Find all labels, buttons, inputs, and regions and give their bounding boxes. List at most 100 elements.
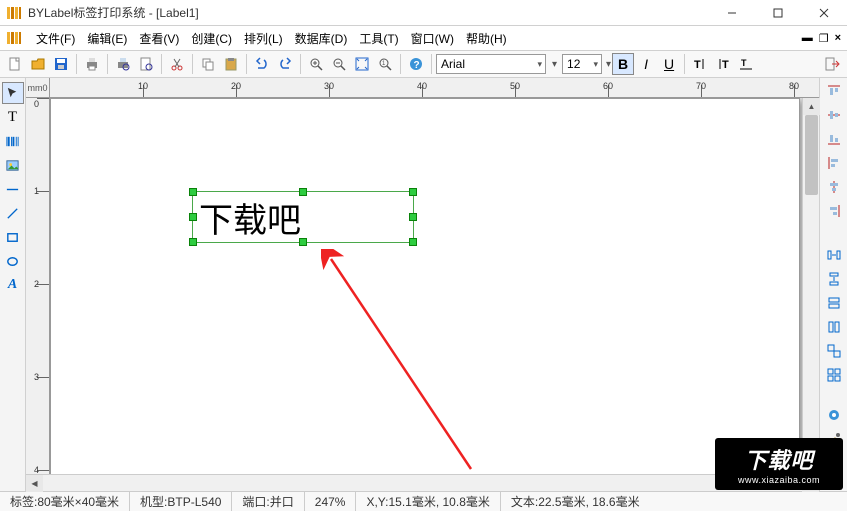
status-label-size: 标签:80毫米×40毫米 bbox=[0, 492, 130, 511]
label-page[interactable]: 下载吧 bbox=[50, 98, 800, 474]
status-text-info: 文本:22.5毫米, 18.6毫米 bbox=[501, 492, 650, 511]
menu-database[interactable]: 数据库(D) bbox=[289, 28, 354, 49]
undo-button[interactable] bbox=[251, 53, 273, 75]
zoom-actual-button[interactable]: 1 bbox=[374, 53, 396, 75]
resize-handle-ne[interactable] bbox=[409, 188, 417, 196]
menu-tools[interactable]: 工具(T) bbox=[353, 28, 404, 49]
horizontal-scrollbar[interactable]: ◀ ▶ bbox=[26, 474, 819, 491]
paste-button[interactable] bbox=[220, 53, 242, 75]
zoom-out-button[interactable] bbox=[328, 53, 350, 75]
print-button[interactable] bbox=[81, 53, 103, 75]
selected-text-object[interactable]: 下载吧 bbox=[193, 192, 413, 242]
close-button[interactable] bbox=[801, 0, 847, 25]
align-top-icon[interactable] bbox=[824, 82, 844, 100]
doc-icon bbox=[6, 30, 22, 46]
resize-handle-w[interactable] bbox=[189, 213, 197, 221]
bold-button[interactable]: B bbox=[612, 53, 634, 75]
child-close-icon[interactable]: × bbox=[835, 32, 841, 44]
left-toolbox: T A bbox=[0, 78, 26, 491]
font-size-select[interactable]: 12 bbox=[562, 54, 602, 74]
barcode-tool[interactable] bbox=[2, 130, 24, 152]
distribute-h-icon[interactable] bbox=[824, 246, 844, 264]
exit-button[interactable] bbox=[821, 53, 843, 75]
menu-file[interactable]: 文件(F) bbox=[30, 28, 81, 49]
same-height-icon[interactable] bbox=[824, 318, 844, 336]
canvas-wrap: mm0 10 20 30 40 50 60 70 80 0 1 2 3 4 bbox=[26, 78, 819, 491]
text-orient1-button[interactable]: T bbox=[689, 53, 711, 75]
menu-create[interactable]: 创建(C) bbox=[185, 28, 238, 49]
align-right-icon[interactable] bbox=[824, 202, 844, 220]
menu-bar: 文件(F) 编辑(E) 查看(V) 创建(C) 排列(L) 数据库(D) 工具(… bbox=[0, 26, 847, 50]
cut-button[interactable] bbox=[166, 53, 188, 75]
maximize-button[interactable] bbox=[755, 0, 801, 25]
resize-handle-sw[interactable] bbox=[189, 238, 197, 246]
text-content: 下载吧 bbox=[199, 193, 301, 242]
help-button[interactable]: ? bbox=[405, 53, 427, 75]
save-button[interactable] bbox=[50, 53, 72, 75]
resize-handle-nw[interactable] bbox=[189, 188, 197, 196]
resize-handle-e[interactable] bbox=[409, 213, 417, 221]
art-text-tool[interactable]: A bbox=[2, 274, 24, 296]
menu-window[interactable]: 窗口(W) bbox=[405, 28, 460, 49]
watermark-logo: 下载吧 www.xiazaiba.com bbox=[715, 438, 843, 490]
redo-button[interactable] bbox=[274, 53, 296, 75]
scroll-left-button[interactable]: ◀ bbox=[26, 475, 43, 492]
annotation-arrow bbox=[321, 249, 501, 474]
status-port: 端口:并口 bbox=[232, 492, 304, 511]
copy-button[interactable] bbox=[197, 53, 219, 75]
pointer-tool[interactable] bbox=[2, 82, 24, 104]
text-tool[interactable]: T bbox=[2, 106, 24, 128]
menu-help[interactable]: 帮助(H) bbox=[460, 28, 513, 49]
minimize-button[interactable] bbox=[709, 0, 755, 25]
window-controls bbox=[709, 0, 847, 25]
align-bottom-icon[interactable] bbox=[824, 130, 844, 148]
menu-view[interactable]: 查看(V) bbox=[133, 28, 185, 49]
scroll-up-button[interactable]: ▲ bbox=[803, 98, 820, 115]
same-width-icon[interactable] bbox=[824, 294, 844, 312]
zoom-fit-button[interactable] bbox=[351, 53, 373, 75]
align-left-icon[interactable] bbox=[824, 154, 844, 172]
diag-line-tool[interactable] bbox=[2, 202, 24, 224]
new-button[interactable] bbox=[4, 53, 26, 75]
text-orient3-button[interactable]: T bbox=[735, 53, 757, 75]
design-canvas[interactable]: 下载吧 bbox=[50, 98, 802, 474]
horizontal-ruler: 10 20 30 40 50 60 70 80 bbox=[50, 78, 819, 98]
child-restore-icon[interactable]: ❐ bbox=[819, 32, 829, 45]
child-minimize-icon[interactable]: ▬ bbox=[802, 32, 813, 44]
hline-tool[interactable] bbox=[2, 178, 24, 200]
align-hcenter-icon[interactable] bbox=[824, 178, 844, 196]
ellipse-tool[interactable] bbox=[2, 250, 24, 272]
print-preview-button[interactable] bbox=[112, 53, 134, 75]
distribute-v-icon[interactable] bbox=[824, 270, 844, 288]
align-vcenter-icon[interactable] bbox=[824, 106, 844, 124]
status-bar: 标签:80毫米×40毫米 机型:BTP-L540 端口:并口 247% X,Y:… bbox=[0, 491, 847, 511]
status-coords: X,Y:15.1毫米, 10.8毫米 bbox=[356, 492, 500, 511]
font-select[interactable]: Arial bbox=[436, 54, 546, 74]
grid-icon[interactable] bbox=[824, 366, 844, 384]
zoom-in-button[interactable] bbox=[305, 53, 327, 75]
open-button[interactable] bbox=[27, 53, 49, 75]
title-bar: BYLabel标签打印系统 - [Label1] bbox=[0, 0, 847, 26]
vertical-scrollbar[interactable]: ▲ ▼ bbox=[802, 98, 819, 474]
same-size-icon[interactable] bbox=[824, 342, 844, 360]
status-zoom: 247% bbox=[305, 492, 357, 511]
vscroll-thumb[interactable] bbox=[805, 115, 818, 195]
image-tool[interactable] bbox=[2, 154, 24, 176]
italic-button[interactable]: I bbox=[635, 53, 657, 75]
window-title: BYLabel标签打印系统 - [Label1] bbox=[28, 4, 709, 21]
page-setup-button[interactable] bbox=[135, 53, 157, 75]
svg-text:T: T bbox=[694, 59, 701, 71]
vertical-ruler: 0 1 2 3 4 bbox=[26, 98, 50, 474]
app-icon bbox=[6, 5, 22, 21]
menu-edit[interactable]: 编辑(E) bbox=[81, 28, 133, 49]
menu-arrange[interactable]: 排列(L) bbox=[238, 28, 289, 49]
resize-handle-n[interactable] bbox=[299, 188, 307, 196]
child-window-controls: ▬ ❐ × bbox=[802, 32, 847, 45]
resize-handle-se[interactable] bbox=[409, 238, 417, 246]
color-picker-icon[interactable] bbox=[824, 406, 844, 424]
main-toolbar: 1 ? Arial ▾ 12 ▾ B I U T T T bbox=[0, 50, 847, 78]
underline-button[interactable]: U bbox=[658, 53, 680, 75]
rect-tool[interactable] bbox=[2, 226, 24, 248]
resize-handle-s[interactable] bbox=[299, 238, 307, 246]
text-orient2-button[interactable]: T bbox=[712, 53, 734, 75]
